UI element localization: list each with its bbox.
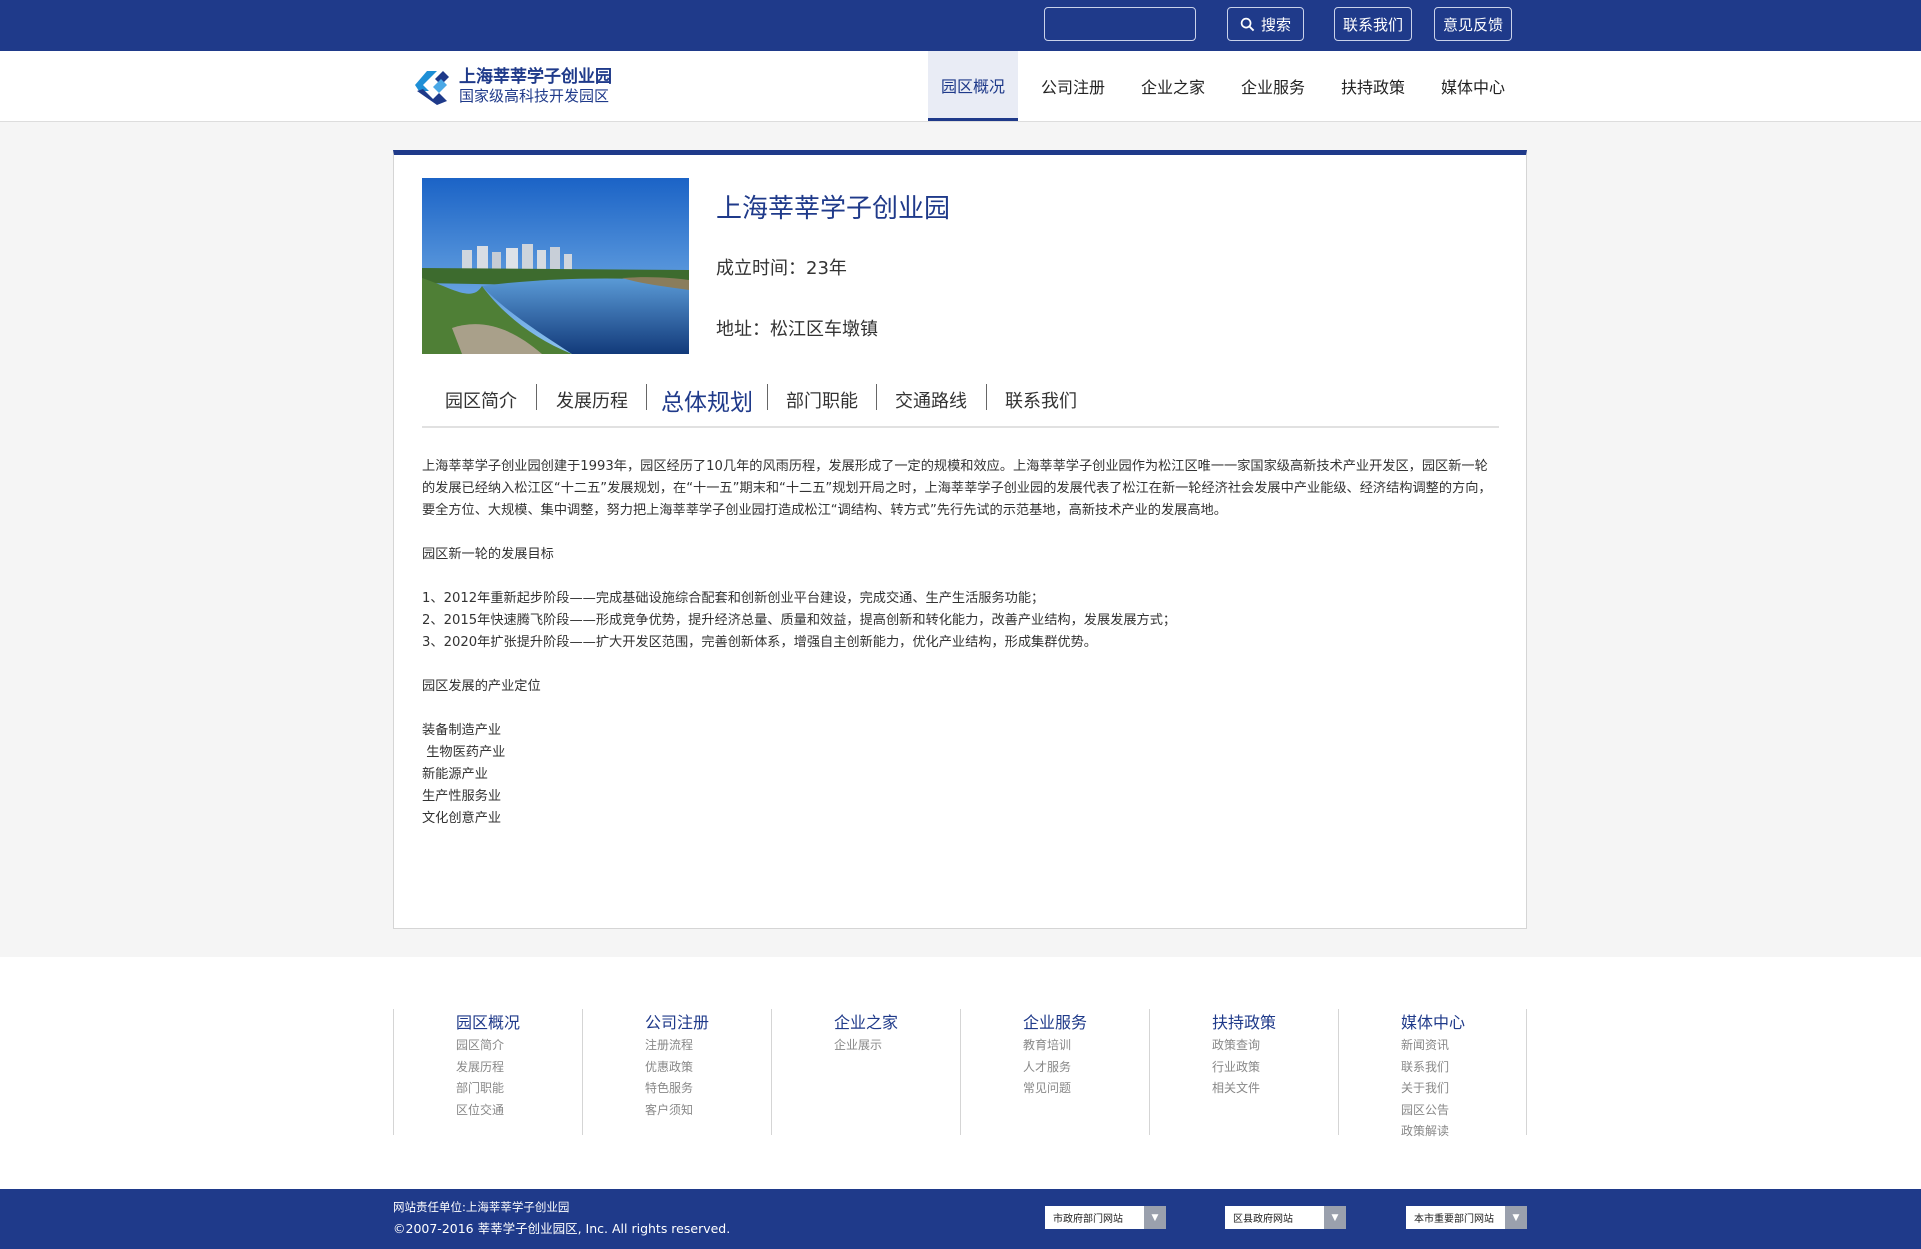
plan-content: 上海莘莘学子创业园创建于1993年，园区经历了10几年的风雨历程，发展形成了一定… [422, 456, 1499, 830]
tab-transport[interactable]: 交通路线 [884, 382, 978, 418]
select-label: 本市重要部门网站 [1414, 1214, 1494, 1225]
goal-item: 3、2020年扩张提升阶段——扩大开发区范围，完善创新体系，增强自主创新能力，优… [422, 635, 1097, 650]
footer-link[interactable]: 联系我们 [1401, 1057, 1449, 1079]
city-gov-sites-select[interactable]: 市政府部门网站 ▼ [1045, 1206, 1166, 1229]
tab-park-intro[interactable]: 园区简介 [434, 382, 528, 418]
search-input[interactable] [1044, 7, 1196, 41]
footer-column: 企业之家 企业展示 [771, 1009, 960, 1135]
bottom-bar [0, 1189, 1921, 1249]
footer-link[interactable]: 相关文件 [1212, 1078, 1260, 1100]
footer-link[interactable]: 教育培训 [1023, 1035, 1071, 1057]
footer-link[interactable]: 发展历程 [456, 1057, 504, 1079]
footer-column: 企业服务 教育培训 人才服务 常见问题 [960, 1009, 1149, 1135]
footer-link[interactable]: 人才服务 [1023, 1057, 1071, 1079]
select-label: 区县政府网站 [1233, 1214, 1293, 1225]
tab-contact-us[interactable]: 联系我们 [994, 382, 1088, 418]
park-title: 上海莘莘学子创业园 [716, 194, 951, 224]
feedback-button[interactable]: 意见反馈 [1434, 7, 1512, 41]
footer-link[interactable]: 常见问题 [1023, 1078, 1071, 1100]
footer-column: 公司注册 注册流程 优惠政策 特色服务 客户须知 [582, 1009, 771, 1135]
tab-divider [986, 384, 987, 410]
goal-item: 1、2012年重新起步阶段——完成基础设施综合配套和创新创业平台建设，完成交通、… [422, 591, 1045, 606]
footer-column-title[interactable]: 企业之家 [834, 1009, 898, 1033]
footer-column: 媒体中心 新闻资讯 联系我们 关于我们 园区公告 政策解读 [1338, 1009, 1527, 1138]
footer-column-title[interactable]: 公司注册 [645, 1009, 709, 1033]
footer-link[interactable]: 区位交通 [456, 1100, 504, 1122]
footer-link[interactable]: 注册流程 [645, 1035, 693, 1057]
copyright: ©2007-2016 莘莘学子创业园区, Inc. All rights res… [393, 1221, 731, 1236]
footer-link[interactable]: 优惠政策 [645, 1057, 693, 1079]
park-address: 地址：松江区车墩镇 [716, 319, 878, 340]
logo[interactable]: 上海莘莘学子创业园 国家级高科技开发园区 [413, 66, 623, 108]
nav-media-center[interactable]: 媒体中心 [1428, 51, 1518, 121]
contact-us-button[interactable]: 联系我们 [1334, 7, 1412, 41]
logo-mark-icon [415, 71, 449, 105]
footer-column: 园区概况 园区简介 发展历程 部门职能 区位交通 [393, 1009, 582, 1135]
dropdown-arrow-icon: ▼ [1144, 1206, 1166, 1229]
footer-link[interactable]: 园区简介 [456, 1035, 504, 1057]
tab-divider [876, 384, 877, 410]
nav-park-overview[interactable]: 园区概况 [928, 51, 1018, 121]
industry-heading: 园区发展的产业定位 [422, 679, 541, 694]
nav-enterprise-home[interactable]: 企业之家 [1128, 51, 1218, 121]
footer-link[interactable]: 新闻资讯 [1401, 1035, 1449, 1057]
industry-item: 生物医药产业 [422, 745, 506, 760]
footer-link[interactable]: 客户须知 [645, 1100, 693, 1122]
responsible-unit: 网站责任单位:上海莘莘学子创业园 [393, 1200, 570, 1214]
footer-link[interactable]: 园区公告 [1401, 1100, 1449, 1122]
dropdown-arrow-icon: ▼ [1505, 1206, 1527, 1229]
industry-item: 文化创意产业 [422, 811, 502, 826]
footer-link[interactable]: 行业政策 [1212, 1057, 1260, 1079]
tab-divider [767, 384, 768, 410]
park-founded: 成立时间：23年 [716, 258, 847, 279]
tab-master-plan[interactable]: 总体规划 [652, 382, 762, 418]
top-bar [0, 0, 1921, 51]
footer-link[interactable]: 政策解读 [1401, 1121, 1449, 1143]
industry-item: 装备制造产业 [422, 723, 502, 738]
goal-item: 2、2015年快速腾飞阶段——形成竞争优势，提升经济总量、质量和效益，提高创新和… [422, 613, 1177, 628]
dropdown-arrow-icon: ▼ [1324, 1206, 1346, 1229]
footer-column: 扶持政策 政策查询 行业政策 相关文件 [1149, 1009, 1338, 1135]
footer-column-title[interactable]: 企业服务 [1023, 1009, 1087, 1033]
logo-title: 上海莘莘学子创业园 [459, 67, 612, 87]
nav-company-registration[interactable]: 公司注册 [1028, 51, 1118, 121]
footer-link[interactable]: 部门职能 [456, 1078, 504, 1100]
industry-item: 新能源产业 [422, 767, 488, 782]
select-label: 市政府部门网站 [1053, 1214, 1123, 1225]
search-icon [1240, 17, 1255, 31]
district-gov-sites-select[interactable]: 区县政府网站 ▼ [1225, 1206, 1346, 1229]
footer-column-title[interactable]: 媒体中心 [1401, 1009, 1465, 1033]
tab-department-functions[interactable]: 部门职能 [775, 382, 869, 418]
search-button[interactable]: 搜索 [1227, 7, 1304, 41]
footer-link[interactable]: 政策查询 [1212, 1035, 1260, 1057]
footer-column-title[interactable]: 园区概况 [456, 1009, 520, 1033]
logo-subtitle: 国家级高科技开发园区 [459, 87, 610, 105]
industry-item: 生产性服务业 [422, 789, 502, 804]
park-photo [422, 178, 689, 354]
goals-heading: 园区新一轮的发展目标 [422, 547, 554, 562]
nav-support-policies[interactable]: 扶持政策 [1328, 51, 1418, 121]
key-department-sites-select[interactable]: 本市重要部门网站 ▼ [1406, 1206, 1527, 1229]
footer-column-title[interactable]: 扶持政策 [1212, 1009, 1276, 1033]
footer-link[interactable]: 企业展示 [834, 1035, 882, 1057]
intro-paragraph: 上海莘莘学子创业园创建于1993年，园区经历了10几年的风雨历程，发展形成了一定… [422, 459, 1492, 518]
tab-divider [536, 384, 537, 410]
tab-divider [646, 384, 647, 410]
tab-history[interactable]: 发展历程 [545, 382, 639, 418]
nav-enterprise-services[interactable]: 企业服务 [1228, 51, 1318, 121]
footer-link[interactable]: 特色服务 [645, 1078, 693, 1100]
search-button-label: 搜索 [1260, 15, 1291, 34]
footer-link[interactable]: 关于我们 [1401, 1078, 1449, 1100]
